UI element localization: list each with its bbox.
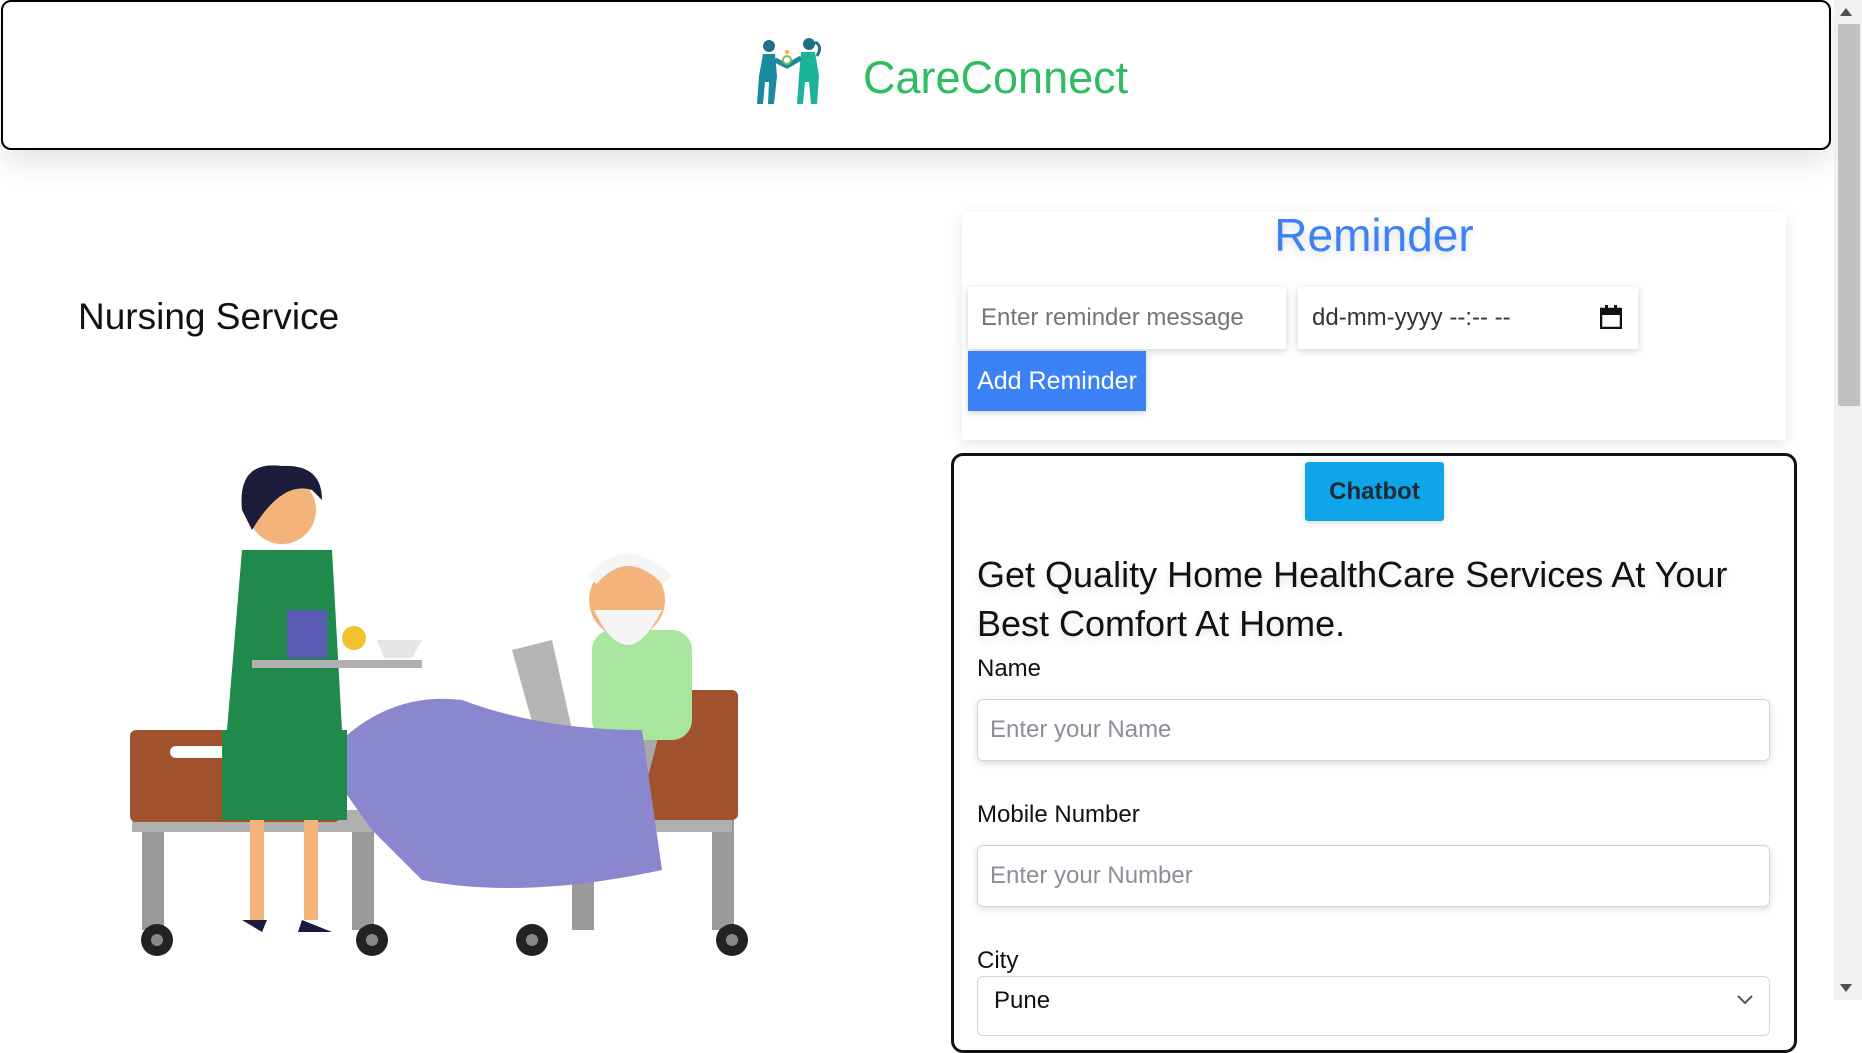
- scroll-up-arrow-icon[interactable]: [1840, 8, 1852, 16]
- site-header: CareConnect: [1, 0, 1831, 150]
- scroll-down-arrow-icon[interactable]: [1840, 984, 1852, 992]
- calendar-icon[interactable]: [1600, 305, 1622, 329]
- nurse-patient-illustration: [130, 465, 748, 956]
- name-input[interactable]: [977, 699, 1770, 761]
- city-label: City: [977, 947, 1019, 974]
- scrollbar-thumb[interactable]: [1838, 24, 1860, 406]
- city-select-value: Pune: [994, 987, 1051, 1014]
- service-title: Nursing Service: [78, 296, 340, 337]
- form-heading: Get Quality Home HealthCare Services At …: [977, 554, 1728, 644]
- reminder-datetime-placeholder: dd-mm-yyyy --:-- --: [1312, 304, 1511, 331]
- chatbot-button[interactable]: Chatbot: [1305, 462, 1444, 521]
- reminder-datetime-input[interactable]: dd-mm-yyyy --:-- --: [1298, 287, 1638, 349]
- mobile-label: Mobile Number: [977, 801, 1140, 828]
- add-reminder-button[interactable]: Add Reminder: [968, 351, 1146, 411]
- reminder-title: Reminder: [1274, 209, 1474, 261]
- reminder-message-input[interactable]: [968, 287, 1286, 349]
- brand-name[interactable]: CareConnect: [863, 52, 1128, 104]
- mobile-input[interactable]: [977, 845, 1770, 907]
- caregiver-people-icon: [757, 38, 822, 104]
- name-label: Name: [977, 655, 1042, 682]
- city-select[interactable]: Pune: [977, 976, 1770, 1036]
- chevron-down-icon: [1737, 995, 1753, 1005]
